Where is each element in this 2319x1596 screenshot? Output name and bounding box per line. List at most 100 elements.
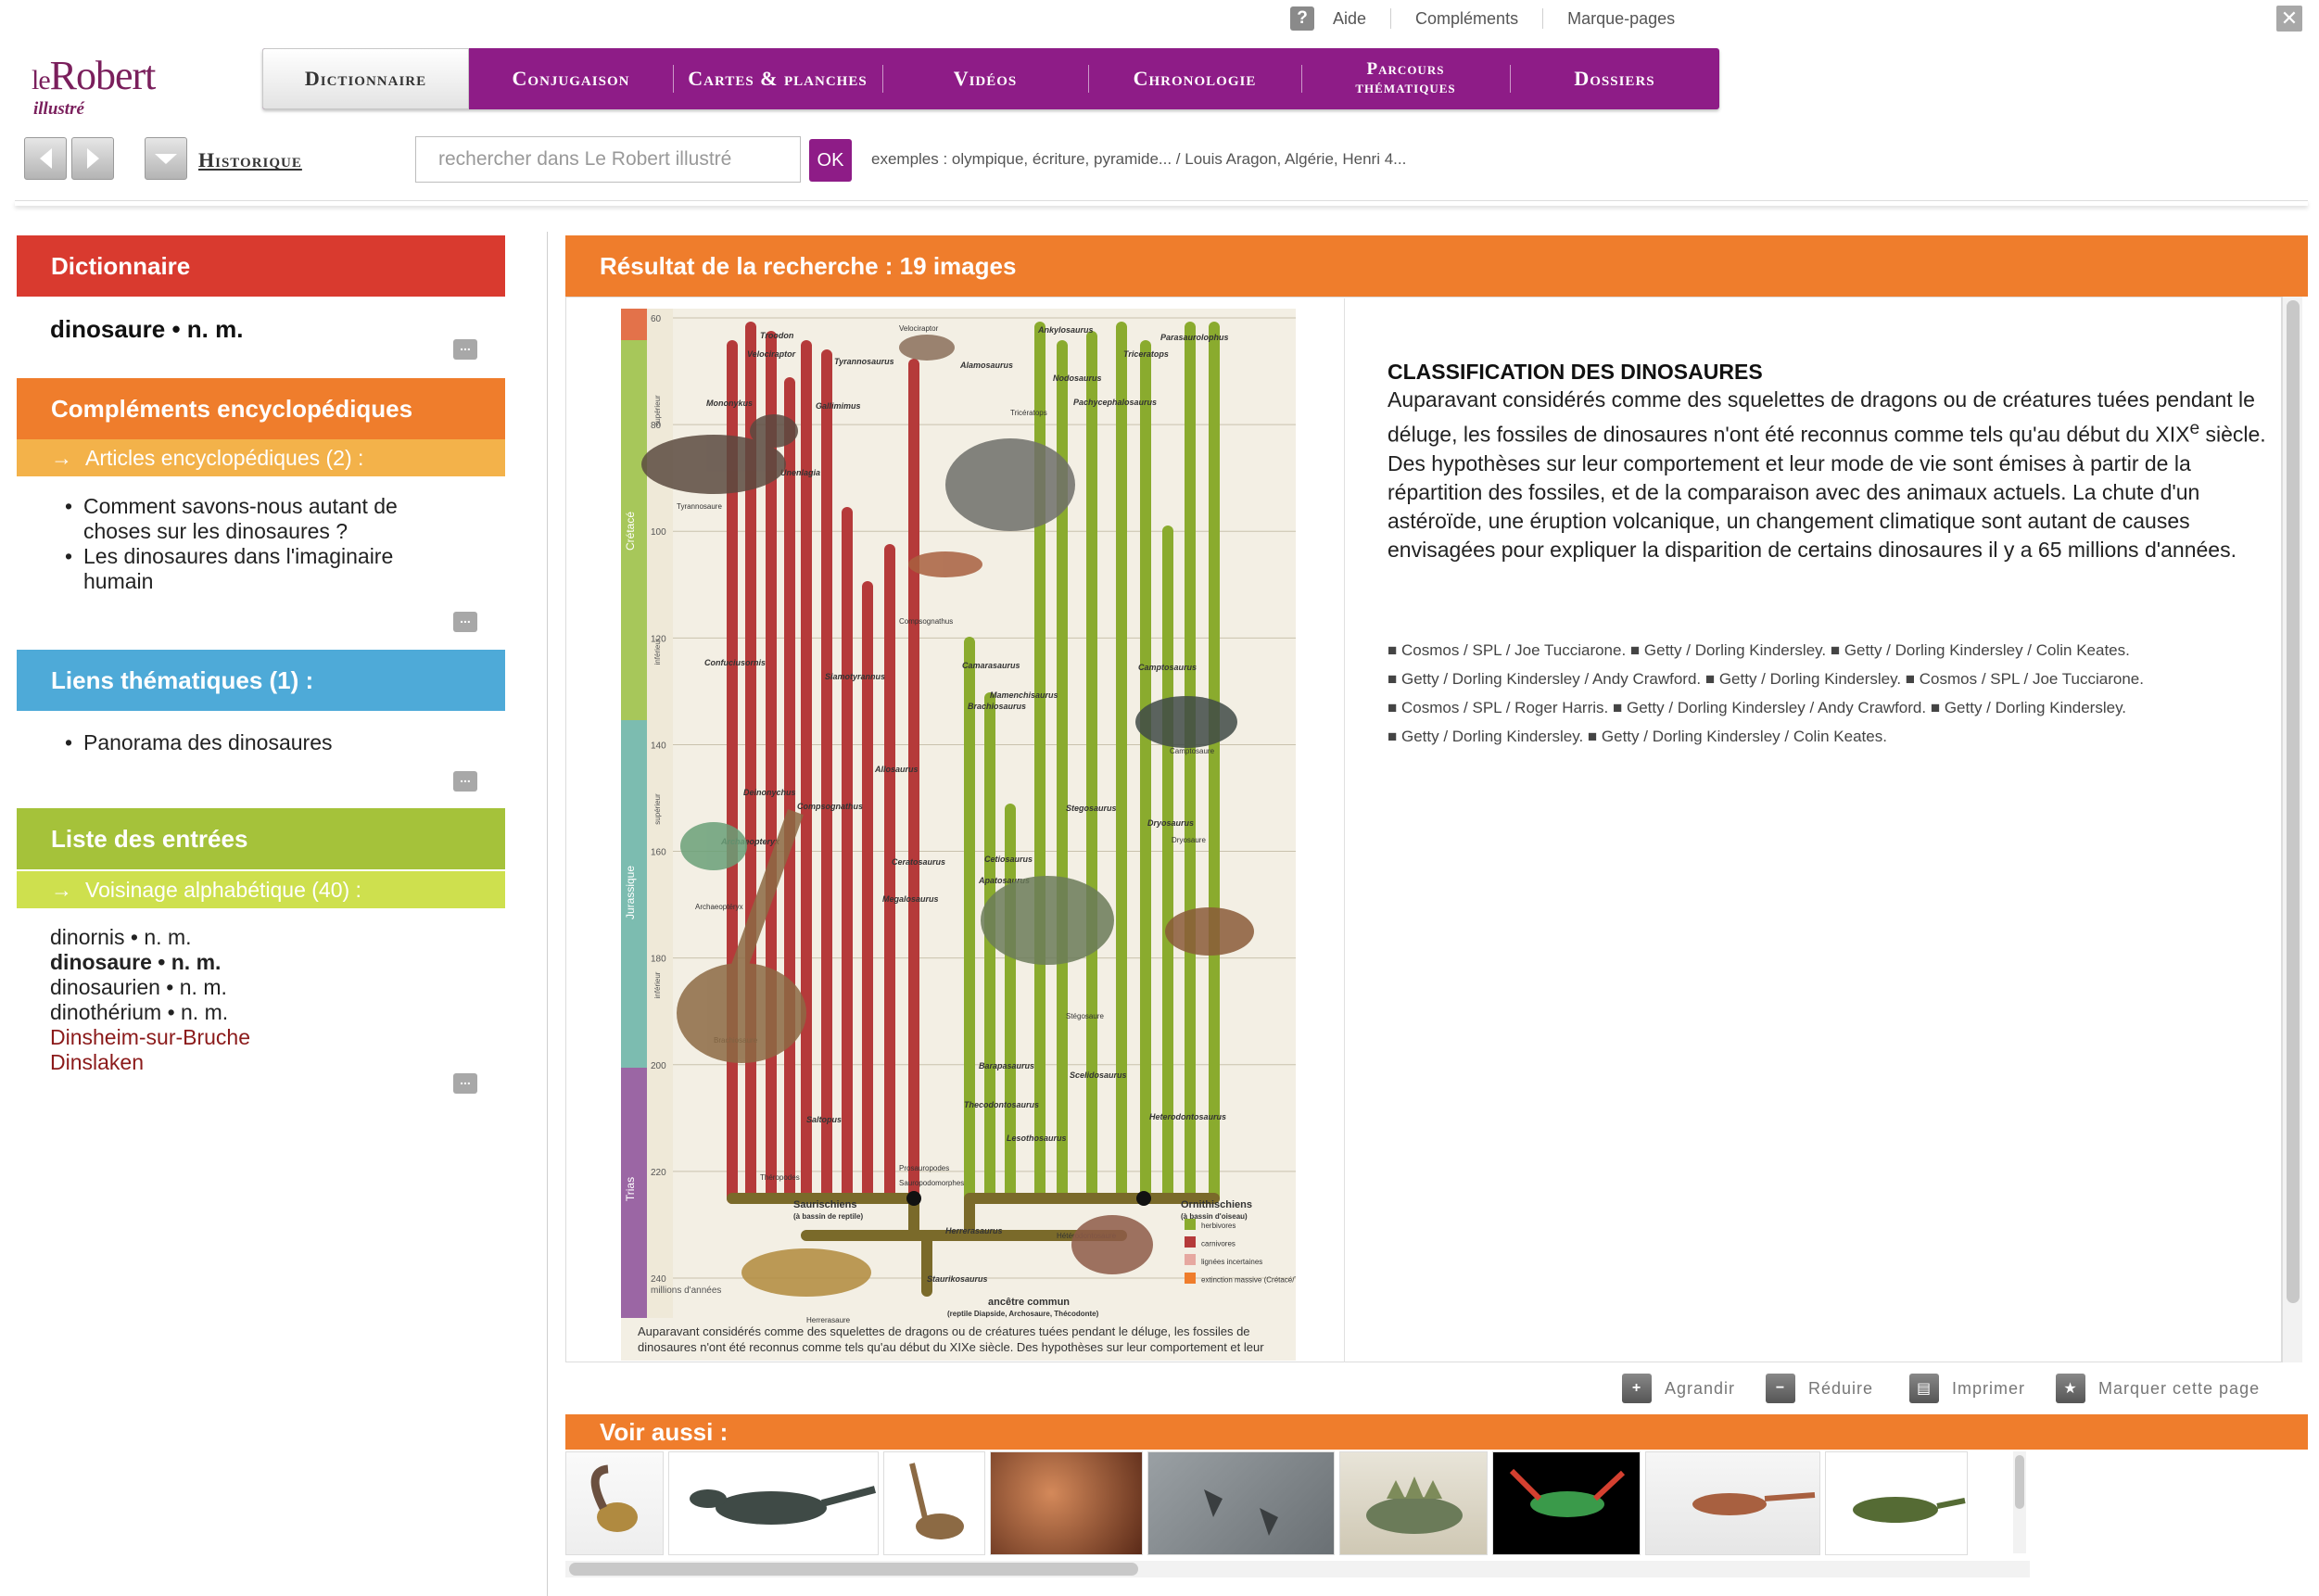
printer-icon: ▤ <box>1909 1374 1939 1403</box>
thumbnail[interactable] <box>668 1451 879 1555</box>
age-label: 180 <box>651 955 666 965</box>
species-label: Herrerasaurus <box>945 1226 1003 1235</box>
more-icon[interactable]: ... <box>453 339 477 360</box>
marquer-label: Marquer cette page <box>2098 1378 2261 1398</box>
more-icon[interactable]: ... <box>453 1073 477 1094</box>
voir-aussi-header: Voir aussi : <box>565 1414 2308 1450</box>
thumbnail[interactable] <box>1825 1451 1968 1555</box>
species-label: Nodosaurus <box>1053 374 1102 383</box>
thumbnail[interactable] <box>990 1451 1143 1555</box>
thumbnails-vscrollbar[interactable] <box>2013 1451 2026 1553</box>
species-label: Allosaurus <box>874 765 919 774</box>
species-label: Alamosaurus <box>959 361 1013 370</box>
articles-subheader[interactable]: → Articles encyclopédiques (2) : <box>17 439 505 476</box>
tab-parcours-line1: Parcours <box>1366 59 1445 79</box>
back-button[interactable] <box>24 137 67 180</box>
entry-item[interactable]: dinosaurien • n. m. <box>50 975 250 1000</box>
age-label: 240 <box>651 1274 666 1285</box>
species-label: Brachiosaurus <box>968 702 1026 711</box>
tab-cartes-planches[interactable]: Cartes & planches <box>673 48 882 109</box>
list-item[interactable]: Les dinosaures dans l'imaginairehumain <box>65 544 398 594</box>
search-ok-button[interactable]: OK <box>809 139 852 182</box>
link-complements[interactable]: Compléments <box>1390 8 1542 29</box>
species-label: Velociraptor <box>747 349 796 359</box>
history-dropdown-button[interactable] <box>145 137 187 180</box>
species-label: Tyrannosaurus <box>834 357 894 366</box>
forward-button[interactable] <box>71 137 114 180</box>
entry-item-link[interactable]: Dinslaken <box>50 1050 250 1075</box>
historique-link[interactable]: Historique <box>198 148 302 172</box>
result-scrollbar[interactable] <box>2282 297 2302 1362</box>
figure-label: Dryosaure <box>1172 836 1206 844</box>
classification-poster-image[interactable]: 60 80 100 120 140 160 180 200 220 240 millions d'a… <box>621 309 1296 1361</box>
thumbnail[interactable] <box>1492 1451 1641 1555</box>
panel-liste-header[interactable]: Liste des entrées <box>17 808 505 869</box>
articles-list: Comment savons-nous autant dechoses sur … <box>65 494 398 594</box>
age-label: 220 <box>651 1168 666 1178</box>
panel-complements-header[interactable]: Compléments encyclopédiques <box>17 378 505 439</box>
dictionary-entry[interactable]: dinosaure • n. m. <box>50 315 243 344</box>
age-label: 60 <box>651 314 662 324</box>
result-header: Résultat de la recherche : 19 images <box>565 235 2308 297</box>
agrandir-button[interactable]: + Agrandir <box>1622 1370 1735 1407</box>
tab-parcours-line2: thématiques <box>1355 78 1456 97</box>
tab-chronologie[interactable]: Chronologie <box>1088 48 1301 109</box>
species-label: Dryosaurus <box>1147 818 1194 828</box>
help-icon[interactable]: ? <box>1290 6 1314 31</box>
link-marque-pages[interactable]: Marque-pages <box>1542 8 1699 29</box>
tab-parcours-thematiques[interactable]: Parcours thématiques <box>1301 48 1510 109</box>
photo-credits: ■ Cosmos / SPL / Joe Tucciarone. ■ Getty… <box>1388 636 2268 751</box>
arrow-right-icon: → <box>51 445 72 470</box>
articles-subheader-label: Articles encyclopédiques (2) : <box>85 445 364 470</box>
more-icon[interactable]: ... <box>453 771 477 792</box>
tab-dictionnaire[interactable]: Dictionnaire <box>262 48 469 109</box>
entry-item-link[interactable]: Dinsheim-sur-Bruche <box>50 1025 250 1050</box>
voisinage-subheader[interactable]: → Voisinage alphabétique (40) : <box>17 871 505 908</box>
scrollbar-thumb[interactable] <box>2287 300 2300 1303</box>
thumbnails-hscrollbar[interactable] <box>565 1561 2030 1577</box>
imprimer-button[interactable]: ▤ Imprimer <box>1909 1370 2025 1407</box>
figure-label: Prosauropodes <box>899 1164 949 1172</box>
top-links: ? Aide Compléments Marque-pages <box>1290 0 1699 37</box>
subperiod-label: inférieur <box>653 971 662 998</box>
list-item[interactable]: Comment savons-nous autant dechoses sur … <box>65 494 398 544</box>
arrow-left-icon <box>39 148 52 169</box>
credit-line: ■ Getty / Dorling Kindersley. ■ Getty / … <box>1388 728 1887 745</box>
scrollbar-thumb[interactable] <box>2015 1455 2024 1509</box>
tab-conjugaison[interactable]: Conjugaison <box>469 48 673 109</box>
logo[interactable]: leRobert illustré <box>32 56 189 119</box>
tab-dossiers[interactable]: Dossiers <box>1510 48 1719 109</box>
list-item[interactable]: Panorama des dinosaures <box>65 730 333 755</box>
more-icon[interactable]: ... <box>453 612 477 632</box>
subperiod-label: supérieur <box>653 793 662 825</box>
thumbnail[interactable] <box>883 1451 985 1555</box>
entry-item-current[interactable]: dinosaure • n. m. <box>50 950 250 975</box>
species-label: Parasaurolophus <box>1160 333 1229 342</box>
link-aide[interactable]: Aide <box>1333 8 1390 29</box>
header-divider <box>15 200 2308 206</box>
thumbnail[interactable] <box>565 1451 664 1555</box>
thumbnail[interactable] <box>1645 1451 1820 1555</box>
tab-videos[interactable]: Vidéos <box>882 48 1088 109</box>
marquer-page-button[interactable]: ★ Marquer cette page <box>2056 1370 2260 1407</box>
species-label: Heterodontosaurus <box>1149 1112 1226 1121</box>
entry-item[interactable]: dinornis • n. m. <box>50 925 250 950</box>
species-label: Deinonychus <box>743 788 796 797</box>
poster-caption: Auparavant considérés comme des squelett… <box>638 1324 1264 1354</box>
search-input[interactable] <box>415 136 801 183</box>
arrow-right-icon: → <box>51 877 72 902</box>
figure-label: Compsognathus <box>899 617 953 626</box>
thumbnail[interactable] <box>1339 1451 1488 1555</box>
entry-item[interactable]: dinothérium • n. m. <box>50 1000 250 1025</box>
thumbnail[interactable] <box>1147 1451 1335 1555</box>
close-icon[interactable]: ✕ <box>2276 6 2302 32</box>
species-label: Saltopus <box>806 1115 842 1124</box>
age-label: 100 <box>651 527 666 538</box>
panel-liens-header[interactable]: Liens thématiques (1) : <box>17 650 505 711</box>
period-label: Crétacé <box>624 512 637 551</box>
result-divider <box>1344 298 1345 1362</box>
scrollbar-thumb[interactable] <box>569 1563 1138 1576</box>
zoom-in-icon: + <box>1622 1374 1652 1403</box>
panel-dictionnaire-header[interactable]: Dictionnaire <box>17 235 505 297</box>
reduire-button[interactable]: − Réduire <box>1766 1370 1873 1407</box>
